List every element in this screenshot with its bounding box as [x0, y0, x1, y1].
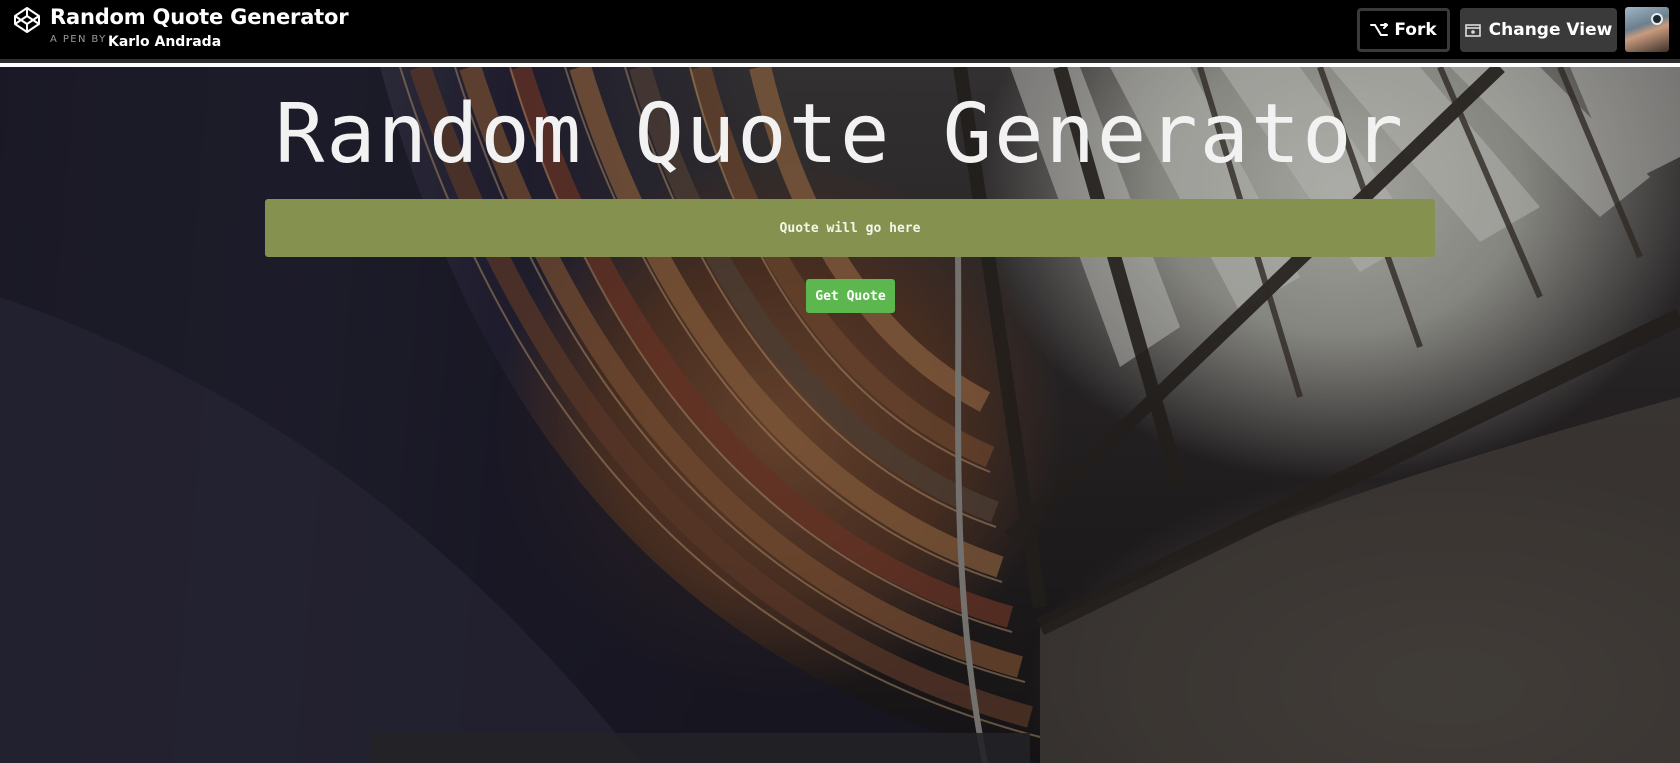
- fork-button-label: Fork: [1394, 20, 1437, 40]
- codepen-header: Random Quote Generator A PEN BY Karlo An…: [0, 0, 1680, 63]
- change-view-button[interactable]: Change View: [1460, 8, 1617, 52]
- pen-byline-prefix: A PEN BY: [50, 34, 107, 45]
- fork-button[interactable]: Fork: [1357, 8, 1450, 52]
- pen-author-link[interactable]: Karlo Andrada: [108, 34, 221, 50]
- fork-icon: [1370, 23, 1389, 36]
- page-title: Random Quote Generator: [274, 87, 1406, 182]
- preview-stage: Random Quote Generator Quote will go her…: [0, 67, 1680, 763]
- change-view-icon: [1464, 23, 1481, 37]
- get-quote-button[interactable]: Get Quote: [806, 279, 895, 313]
- change-view-button-label: Change View: [1488, 20, 1613, 40]
- pen-title[interactable]: Random Quote Generator: [50, 5, 349, 29]
- codepen-logo-icon[interactable]: [13, 6, 41, 34]
- user-avatar[interactable]: [1625, 7, 1669, 52]
- avatar-goggle-detail: [1651, 13, 1663, 25]
- quote-display: Quote will go here: [265, 199, 1435, 257]
